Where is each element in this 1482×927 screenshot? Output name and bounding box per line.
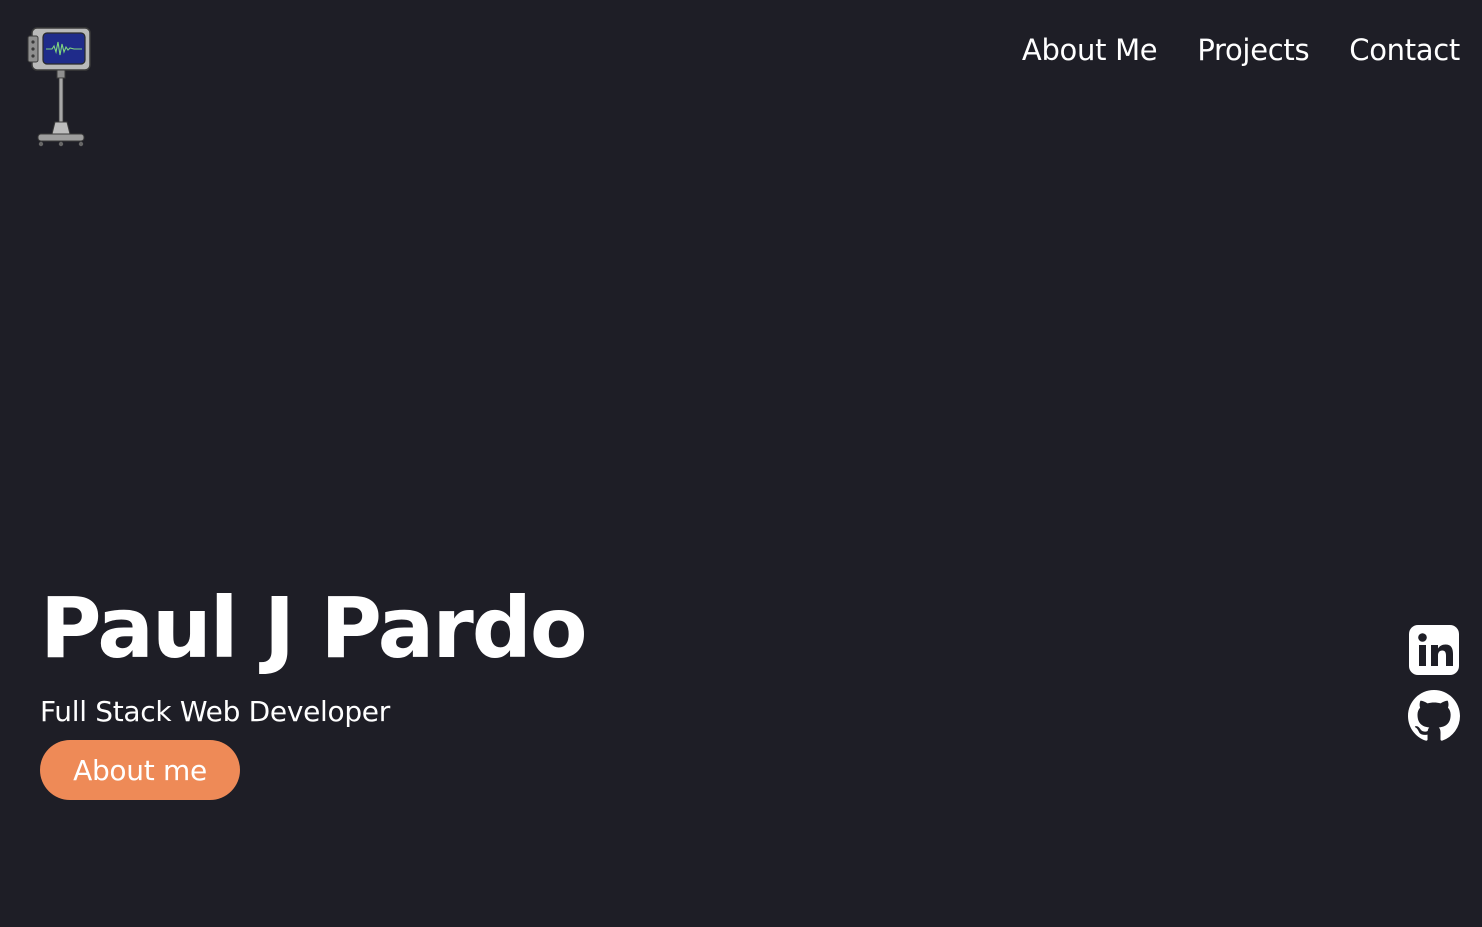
nav-link-projects[interactable]: Projects bbox=[1197, 30, 1309, 70]
retro-monitor-robot-logo-icon bbox=[27, 27, 91, 147]
linkedin-icon bbox=[1409, 625, 1459, 675]
github-icon bbox=[1408, 690, 1460, 741]
linkedin-link[interactable] bbox=[1408, 624, 1460, 676]
social-links bbox=[1408, 624, 1460, 742]
page: About Me Projects Contact Paul J Pardo F… bbox=[0, 0, 1482, 927]
nav-link-contact[interactable]: Contact bbox=[1349, 30, 1460, 70]
site-logo[interactable] bbox=[26, 24, 96, 150]
nav-link-about-me[interactable]: About Me bbox=[1022, 30, 1158, 70]
hero-section: Paul J Pardo Full Stack Web Developer Ab… bbox=[40, 578, 588, 800]
hero-title: Paul J Pardo bbox=[40, 579, 588, 677]
hero-subtitle: Full Stack Web Developer bbox=[40, 695, 390, 728]
github-link[interactable] bbox=[1408, 690, 1460, 742]
main-nav: About Me Projects Contact bbox=[1022, 30, 1460, 70]
about-me-button[interactable]: About me bbox=[40, 740, 240, 800]
